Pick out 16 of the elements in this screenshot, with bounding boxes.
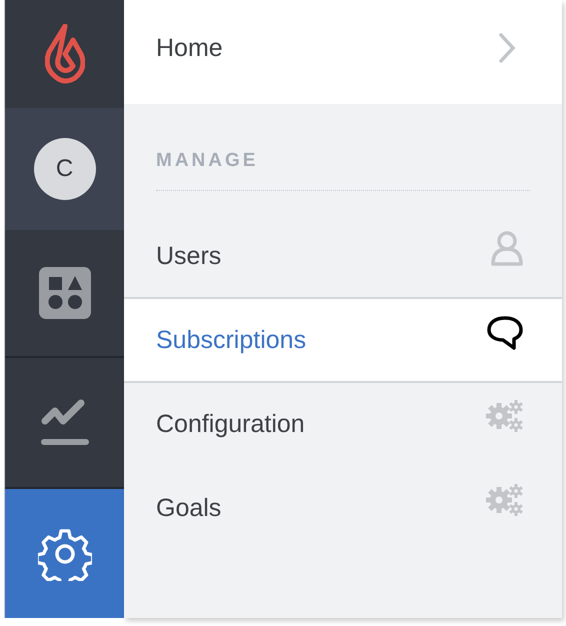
menu-item[interactable]: Goals [124, 467, 562, 551]
settings-icon [38, 526, 92, 580]
speech-bubble-icon [486, 315, 524, 351]
menu-item[interactable]: Subscriptions [124, 299, 562, 383]
section-heading: MANAGE [156, 150, 260, 172]
gears-icon [486, 399, 524, 433]
avatar[interactable]: C [34, 138, 96, 200]
gears-icon [486, 483, 524, 517]
chevron-right-icon [498, 32, 516, 64]
apps-icon [38, 267, 90, 319]
person-icon [490, 231, 524, 267]
home-link[interactable]: Home [124, 0, 562, 104]
chart-icon [40, 398, 88, 446]
menu-item[interactable]: Configuration [124, 383, 562, 467]
account-menu-item[interactable]: C [5, 108, 124, 230]
logo-icon [44, 24, 84, 84]
